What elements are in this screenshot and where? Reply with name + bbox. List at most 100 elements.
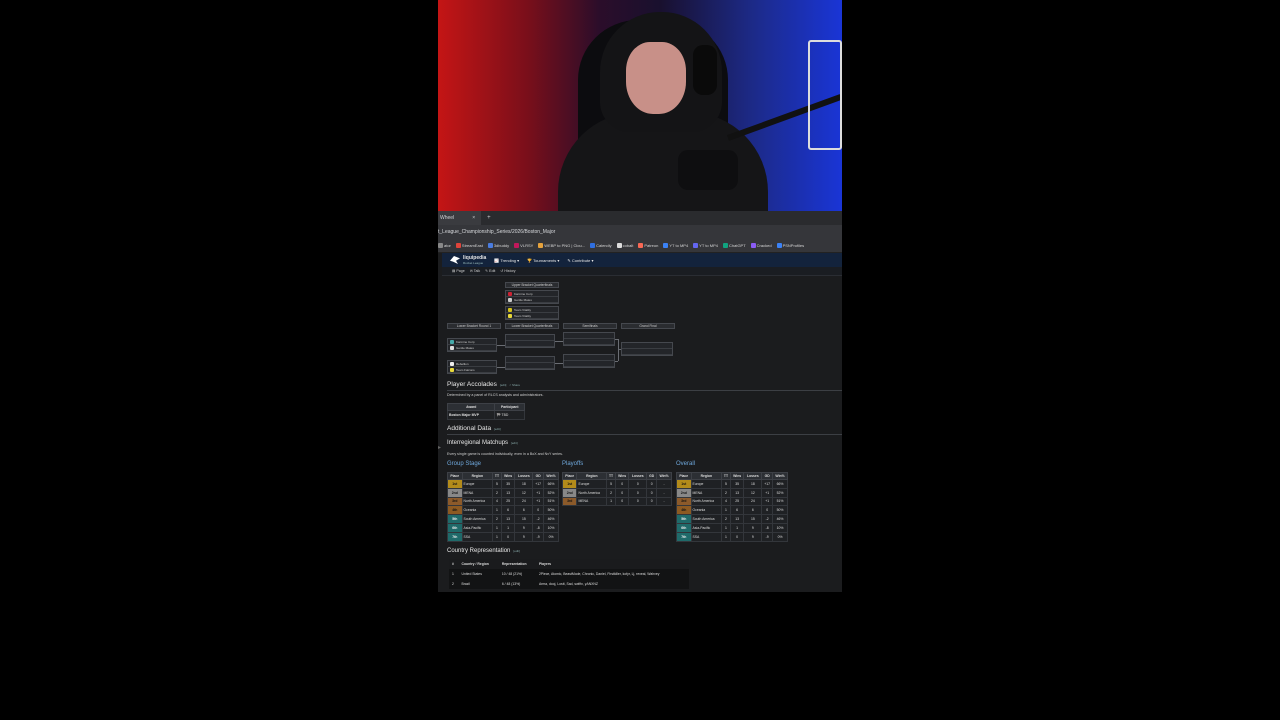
ub-match-1[interactable]: Karmine Corp Gentle Mates [505, 290, 559, 304]
table-row: 4th Oceania 1 6 6 0 50% [676, 505, 788, 516]
stat-cell: -2 [761, 514, 774, 524]
edit-link[interactable]: [edit] [513, 549, 520, 553]
column-header[interactable]: Wins [500, 472, 516, 480]
column-header[interactable]: Wins [614, 472, 630, 480]
place-cell: 1st [447, 479, 463, 489]
stat-cell: 0 [646, 496, 658, 507]
bookmark-label: VLRSY [520, 243, 534, 248]
grand-final-match[interactable] [621, 342, 673, 356]
bookmark-icon [638, 243, 644, 248]
place-cell: 6th [676, 522, 692, 533]
column-header[interactable]: Place [561, 472, 578, 480]
bookmark-item[interactable]: ChatGPT [723, 243, 746, 248]
lb-qf-match-2[interactable] [505, 356, 555, 370]
bookmark-item[interactable]: cobalt [616, 243, 633, 248]
table-row: 7th SSA 1 0 9 -9 0% [447, 531, 559, 542]
stat-cell: 0 [532, 505, 545, 516]
column-header[interactable]: Win% [656, 472, 672, 480]
ub-match-2[interactable]: Team Vitality Team Vitality [505, 306, 559, 320]
team-row [564, 339, 614, 345]
edit-link[interactable]: [edit] [500, 383, 507, 387]
tab-history[interactable]: ↺ History [500, 269, 515, 273]
new-tab-button[interactable]: + [487, 215, 491, 221]
nav-tournaments[interactable]: 🏆 Tournaments ▾ [527, 258, 559, 263]
bookmark-item[interactable]: StreamEast [455, 243, 483, 248]
column-header[interactable]: Region [461, 472, 494, 480]
site-name: liquipedia [463, 254, 487, 261]
nav-contribute[interactable]: ✎ Contribute ▾ [567, 258, 593, 263]
column-header[interactable]: Place [676, 472, 692, 480]
column-header[interactable]: Region [576, 472, 608, 480]
region-cell: Asia-Pacific [461, 522, 494, 533]
column-header[interactable]: Region [690, 472, 723, 480]
region-cell: Europe [690, 479, 723, 489]
column-header[interactable]: TT [721, 472, 731, 480]
share-link[interactable]: < Share [509, 383, 520, 387]
column-header[interactable]: Win% [543, 472, 559, 480]
stat-cell: 5 [721, 479, 731, 489]
column-header[interactable]: TT [492, 472, 502, 480]
column-header[interactable]: GD [761, 472, 774, 480]
bookmark-icon [750, 243, 756, 248]
tab-talk[interactable]: ✉ Talk [470, 269, 480, 273]
column-header[interactable]: GD [532, 472, 545, 480]
players-cell[interactable]: 2Piece, Atomic, BeastMode, Chronic, Dani… [535, 569, 689, 579]
sf-match-2[interactable] [563, 354, 615, 368]
close-icon[interactable]: × [472, 215, 475, 221]
team-icon [508, 307, 512, 312]
bookmark-item[interactable]: YT to MP4 [663, 243, 688, 248]
column-header[interactable]: TT [606, 472, 616, 480]
nav-trending[interactable]: 📈 Trending ▾ [494, 258, 519, 263]
stat-cell: 13 [729, 487, 745, 498]
participant-header: Participant [494, 403, 525, 411]
bracket-connector [615, 361, 618, 362]
column-header[interactable]: Players [535, 559, 689, 569]
stat-cell: 0 [729, 531, 745, 542]
column-header[interactable]: Representation [498, 559, 536, 569]
stat-cell: 18 [743, 479, 763, 489]
column-header[interactable]: Country / Region [458, 559, 499, 569]
lb-match-1[interactable]: Karmine Corp Gentle Mates [447, 338, 497, 352]
address-bar[interactable]: t_League_Championship_Series/2026/Boston… [438, 225, 842, 239]
liquipedia-logo[interactable]: liquipedia Rocket League [450, 254, 487, 265]
column-header[interactable]: Place [447, 472, 463, 480]
streamer-face [626, 42, 686, 114]
stat-cell: -2 [532, 514, 545, 524]
overall-title: Overall [676, 461, 696, 467]
tab-edit[interactable]: ✎ Edit [485, 269, 495, 273]
tab-page[interactable]: ▤ Page [452, 269, 465, 273]
collapse-arrow-icon[interactable]: ▸ [438, 444, 441, 451]
browser-tab[interactable]: Wheel × [438, 211, 482, 225]
bookmark-item[interactable]: ator [438, 243, 451, 248]
bookmark-item[interactable]: WEBP to PNG | Clou... [538, 243, 585, 248]
sf-match-1[interactable] [563, 332, 615, 346]
edit-link[interactable]: [edit] [511, 441, 518, 445]
bookmark-icon [776, 243, 782, 248]
column-header[interactable]: GD [646, 472, 658, 480]
players-cell[interactable]: Arma, dooj, Lostt, Sad, swiftx, yANXNZ [535, 579, 689, 589]
edit-link[interactable]: [edit] [494, 427, 501, 431]
bookmark-item[interactable]: Patreon [638, 243, 658, 248]
bracket-connector [555, 341, 563, 342]
overall-table: Place Region TT Wins Losses GD Win% 1st Europe 5 3… [676, 472, 788, 542]
lb-qf-match-1[interactable] [505, 334, 555, 348]
bookmark-item[interactable]: YT to MP4 [693, 243, 718, 248]
bookmark-item[interactable]: PSNProfiles [776, 243, 804, 248]
stat-cell: 0 [628, 487, 648, 498]
column-header[interactable]: Wins [729, 472, 745, 480]
bookmark-item[interactable]: 3dbuddy [487, 243, 509, 248]
column-header[interactable]: Losses [628, 472, 648, 480]
bookmark-item[interactable]: Calendly [590, 243, 612, 248]
stat-cell: +1 [761, 487, 774, 498]
column-header[interactable]: # [449, 559, 459, 569]
table-row: 2 Brazil 6 / 48 (13%) Arma, dooj, Lostt, Sa… [449, 579, 689, 589]
column-header[interactable]: Losses [514, 472, 534, 480]
stat-cell: 5 [492, 479, 502, 489]
place-cell: 1st [676, 479, 692, 489]
column-header[interactable]: Losses [743, 472, 763, 480]
stat-cell: 5 [606, 479, 616, 489]
bookmark-item[interactable]: Cracked [750, 243, 772, 248]
column-header[interactable]: Win% [772, 472, 788, 480]
bookmark-item[interactable]: VLRSY [514, 243, 533, 248]
lb-match-2[interactable]: Rebellion Team Falcons [447, 360, 497, 374]
